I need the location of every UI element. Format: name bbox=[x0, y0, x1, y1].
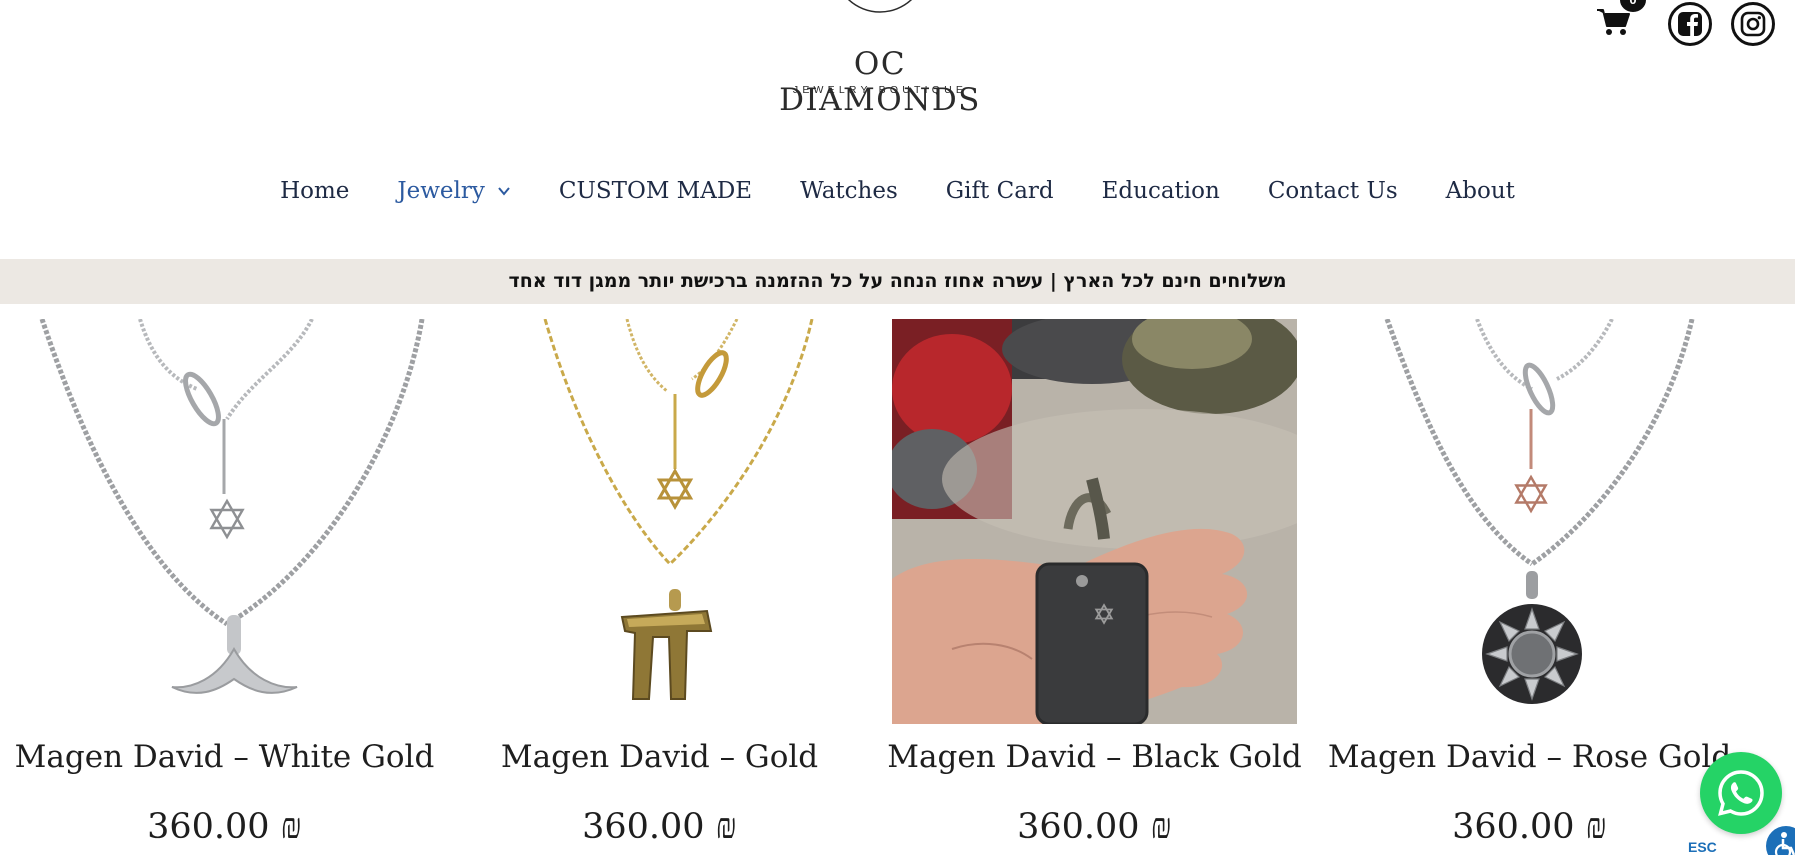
nav-item-home[interactable]: Home bbox=[256, 178, 373, 204]
product-title[interactable]: Magen David – Rose Gold bbox=[1307, 739, 1752, 775]
nav-item-gift-card[interactable]: Gift Card bbox=[922, 178, 1078, 204]
nav-label: About bbox=[1445, 178, 1515, 204]
accessibility-button[interactable] bbox=[1766, 826, 1795, 855]
announcement-bar: משלוחים חינם לכל הארץ | עשרה אחוז הנחה ע… bbox=[0, 259, 1795, 304]
nav-item-jewelry[interactable]: Jewelry bbox=[373, 178, 534, 204]
nav-item-custom-made[interactable]: CUSTOM MADE bbox=[535, 178, 776, 204]
accessibility-esc-label: ESC bbox=[1688, 839, 1717, 855]
nav-label: Contact Us bbox=[1267, 178, 1398, 204]
wheelchair-icon bbox=[1774, 832, 1795, 855]
product-price: 360.00 ₪ bbox=[147, 807, 302, 847]
product-image[interactable] bbox=[22, 319, 427, 724]
product-price: 360.00 ₪ bbox=[1017, 807, 1172, 847]
nav-label: Gift Card bbox=[945, 178, 1054, 204]
nav-label: CUSTOM MADE bbox=[558, 178, 753, 204]
product-grid: Magen David – White Gold 360.00 ₪ Magen … bbox=[0, 319, 1795, 855]
product-price: 360.00 ₪ bbox=[582, 807, 737, 847]
facebook-link[interactable] bbox=[1668, 2, 1712, 46]
logo-title: OC DIAMONDS bbox=[779, 46, 981, 118]
site-logo[interactable]: OC DIAMONDS JEWELRY BOUTIQUE bbox=[760, 0, 1000, 118]
instagram-link[interactable] bbox=[1731, 2, 1775, 46]
product-title[interactable]: Magen David – White Gold bbox=[2, 739, 447, 775]
product-title[interactable]: Magen David – Gold bbox=[437, 739, 882, 775]
nav-label: Jewelry bbox=[397, 178, 485, 204]
main-navigation: Home Jewelry CUSTOM MADE Watches Gift Ca… bbox=[0, 178, 1795, 204]
nav-item-watches[interactable]: Watches bbox=[776, 178, 922, 204]
chevron-down-icon bbox=[498, 187, 510, 196]
product-image[interactable] bbox=[457, 319, 862, 724]
logo-subtitle: JEWELRY BOUTIQUE bbox=[792, 84, 968, 96]
product-image[interactable] bbox=[892, 319, 1297, 724]
product-price: 360.00 ₪ bbox=[1452, 807, 1607, 847]
facebook-icon bbox=[1678, 12, 1702, 37]
whatsapp-icon bbox=[1718, 770, 1764, 816]
nav-item-contact-us[interactable]: Contact Us bbox=[1244, 178, 1422, 204]
instagram-icon bbox=[1740, 11, 1766, 37]
product-title[interactable]: Magen David – Black Gold bbox=[872, 739, 1317, 775]
whatsapp-button[interactable] bbox=[1700, 752, 1782, 834]
nav-item-about[interactable]: About bbox=[1422, 178, 1539, 204]
diamond-logo-icon bbox=[847, 0, 913, 13]
nav-label: Watches bbox=[800, 178, 898, 204]
nav-label: Education bbox=[1101, 178, 1220, 204]
product-image[interactable] bbox=[1327, 319, 1732, 724]
nav-label: Home bbox=[280, 178, 350, 204]
nav-item-education[interactable]: Education bbox=[1078, 178, 1244, 204]
